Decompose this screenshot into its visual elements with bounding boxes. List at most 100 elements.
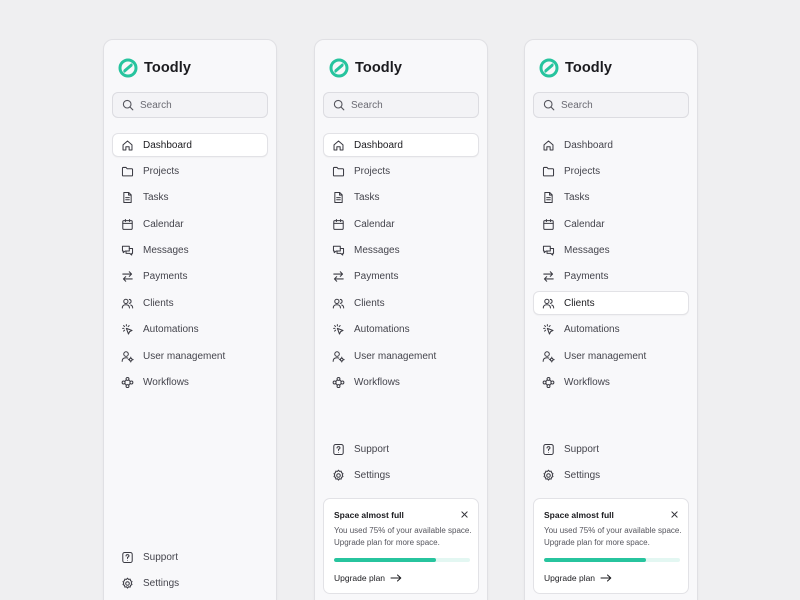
arrow-right-icon [600, 574, 612, 582]
user-settings-icon [332, 350, 345, 363]
brand-logo[interactable]: Toodly [539, 58, 612, 78]
nav-item-workflows[interactable]: Workflows [112, 371, 268, 395]
nav-item-automations[interactable]: Automations [323, 318, 479, 342]
nav-item-label: Messages [143, 245, 189, 257]
folder-icon [542, 166, 555, 177]
nav-item-projects[interactable]: Projects [533, 159, 689, 183]
sidebar-variant-default: Toodly Search Dashboard Projects Tasks Cale… [103, 39, 277, 600]
close-button[interactable] [458, 508, 470, 520]
nav-item-clients[interactable]: Clients [112, 291, 268, 315]
nav-item-support[interactable]: Support [533, 437, 689, 461]
nav-item-label: Tasks [143, 192, 169, 204]
nav-item-dashboard[interactable]: Dashboard [533, 133, 689, 157]
nav-item-settings[interactable]: Settings [533, 463, 689, 487]
nav-item-user-management[interactable]: User management [112, 344, 268, 368]
nav-item-user-management[interactable]: User management [323, 344, 479, 368]
gear-icon [333, 469, 344, 481]
nav-item-workflows[interactable]: Workflows [323, 371, 479, 395]
main-nav: Dashboard Projects Tasks Calendar Messages Pa… [323, 133, 479, 397]
card-title: Space almost full [544, 510, 614, 520]
transfer-arrows-icon [543, 271, 554, 283]
brand-logo[interactable]: Toodly [329, 58, 402, 78]
toodly-logo-icon [539, 58, 559, 78]
home-icon [333, 140, 344, 150]
nav-item-calendar[interactable]: Calendar [323, 212, 479, 236]
card-text: You used 75% of your available space. Up… [334, 526, 472, 547]
brand-name: Toodly [565, 60, 613, 76]
upgrade-plan-link[interactable]: Upgrade plan [334, 573, 468, 583]
search-input[interactable]: Search [112, 92, 268, 118]
nav-item-workflows[interactable]: Workflows [533, 371, 689, 395]
upgrade-plan-link[interactable]: Upgrade plan [544, 573, 678, 583]
nav-item-label: Calendar [564, 218, 605, 230]
nav-item-support[interactable]: Support [112, 545, 268, 569]
search-icon [333, 99, 345, 111]
search-icon [543, 99, 555, 111]
workflow-icon [542, 376, 555, 389]
main-nav: Dashboard Projects Tasks Calendar Messages Pa… [112, 133, 268, 397]
search-input[interactable]: Search [323, 92, 479, 118]
card-title: Space almost full [334, 510, 404, 520]
nav-item-payments[interactable]: Payments [323, 265, 479, 289]
nav-item-calendar[interactable]: Calendar [533, 212, 689, 236]
nav-item-automations[interactable]: Automations [533, 318, 689, 342]
search-input[interactable]: Search [533, 92, 689, 118]
calendar-icon [333, 218, 344, 230]
close-button[interactable] [668, 508, 680, 520]
cursor-click-icon [543, 324, 554, 335]
nav-item-dashboard[interactable]: Dashboard [323, 133, 479, 157]
search-icon [122, 99, 134, 111]
nav-item-projects[interactable]: Projects [323, 159, 479, 183]
nav-item-label: Clients [143, 297, 174, 309]
nav-item-label: Automations [564, 324, 620, 336]
nav-item-payments[interactable]: Payments [112, 265, 268, 289]
nav-item-settings[interactable]: Settings [112, 571, 268, 595]
nav-item-label: Projects [354, 165, 391, 177]
nav-item-label: Settings [143, 577, 180, 589]
nav-item-messages[interactable]: Messages [112, 239, 268, 263]
nav-item-clients[interactable]: Clients [323, 291, 479, 315]
storage-warning-card: Space almost full You used 75% of your a… [533, 498, 689, 594]
calendar-icon [543, 218, 554, 230]
nav-item-settings[interactable]: Settings [323, 463, 479, 487]
nav-item-label: Tasks [564, 192, 590, 204]
nav-item-label: User management [354, 350, 437, 362]
nav-item-label: Settings [354, 469, 391, 481]
gear-icon [122, 577, 133, 589]
document-icon [123, 192, 132, 204]
nav-item-user-management[interactable]: User management [533, 344, 689, 368]
sidebar-variant-storage-warning: Toodly Search Dashboard Projects Tasks Cale… [314, 39, 488, 600]
nav-item-clients[interactable]: Clients [533, 291, 689, 316]
nav-item-calendar[interactable]: Calendar [112, 212, 268, 236]
nav-item-label: Automations [143, 324, 199, 336]
bottom-nav: Support Settings [112, 545, 268, 598]
nav-item-tasks[interactable]: Tasks [533, 186, 689, 210]
transfer-arrows-icon [333, 271, 344, 283]
nav-item-support[interactable]: Support [323, 437, 479, 461]
brand-logo[interactable]: Toodly [118, 58, 191, 78]
nav-item-projects[interactable]: Projects [112, 159, 268, 183]
main-nav: Dashboard Projects Tasks Calendar Messages Pa… [533, 133, 689, 397]
transfer-arrows-icon [122, 271, 133, 283]
nav-item-label: Automations [354, 324, 410, 336]
nav-item-tasks[interactable]: Tasks [323, 186, 479, 210]
nav-item-label: Projects [143, 165, 180, 177]
nav-item-label: Payments [564, 271, 609, 283]
nav-item-automations[interactable]: Automations [112, 318, 268, 342]
nav-item-label: Workflows [564, 377, 610, 389]
upgrade-plan-label: Upgrade plan [544, 573, 596, 583]
user-settings-icon [121, 350, 134, 363]
nav-item-label: Clients [564, 297, 595, 309]
nav-item-label: Dashboard [354, 139, 403, 151]
nav-item-label: User management [143, 350, 226, 362]
nav-item-tasks[interactable]: Tasks [112, 186, 268, 210]
nav-item-messages[interactable]: Messages [533, 239, 689, 263]
nav-item-dashboard[interactable]: Dashboard [112, 133, 268, 157]
search-placeholder: Search [351, 99, 383, 111]
nav-item-label: Dashboard [564, 139, 613, 151]
storage-progress-fill [334, 558, 436, 562]
gear-icon [543, 469, 554, 481]
nav-item-label: Tasks [354, 192, 380, 204]
nav-item-payments[interactable]: Payments [533, 265, 689, 289]
nav-item-messages[interactable]: Messages [323, 239, 479, 263]
